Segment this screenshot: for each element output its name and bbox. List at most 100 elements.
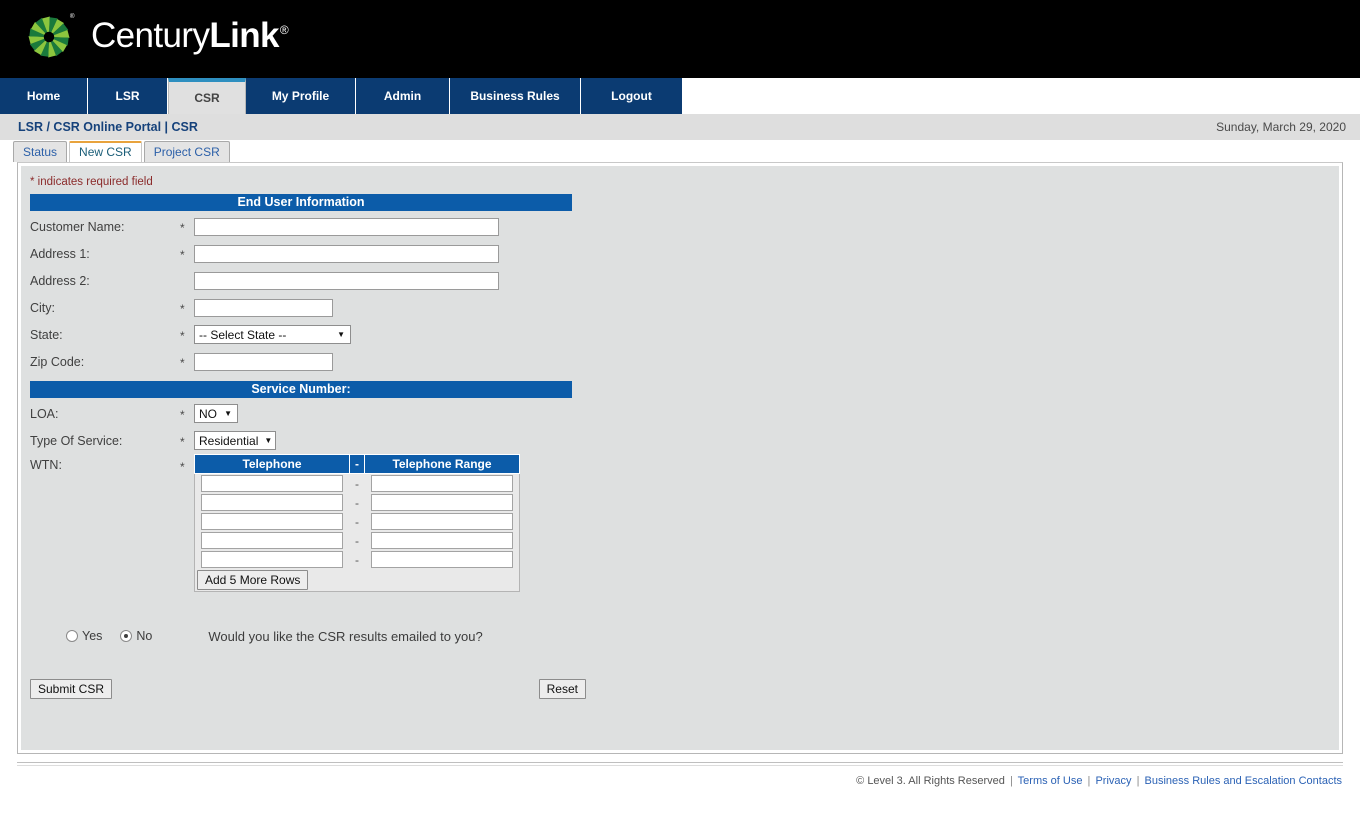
- label-city: City:: [30, 300, 55, 315]
- label-wtn: WTN:: [30, 458, 62, 472]
- submit-csr-button[interactable]: Submit CSR: [30, 679, 113, 699]
- footer-link-privacy[interactable]: Privacy: [1095, 775, 1131, 787]
- footer-separator-2: |: [1087, 775, 1091, 787]
- label-address-2: Address 2:: [30, 273, 90, 288]
- state-select[interactable]: -- Select State -- ▼: [194, 325, 351, 344]
- header-logo-band: ® CenturyLink®: [0, 0, 1360, 78]
- wtn-telephone-input-3[interactable]: [201, 513, 344, 530]
- field-row-city: City: *: [21, 294, 1339, 321]
- zip-code-input[interactable]: [194, 352, 333, 371]
- section-header-service-number: Service Number:: [30, 381, 572, 398]
- table-row: -: [195, 550, 520, 569]
- label-loa: LOA:: [30, 406, 59, 421]
- nav-item-my-profile[interactable]: My Profile: [246, 78, 356, 114]
- wtn-telephone-input-2[interactable]: [201, 494, 344, 511]
- brand-logo[interactable]: ® CenturyLink®: [20, 8, 289, 66]
- loa-select-value: NO: [199, 406, 217, 421]
- nav-item-business-rules[interactable]: Business Rules: [450, 78, 581, 114]
- footer-link-terms-of-use[interactable]: Terms of Use: [1018, 775, 1083, 787]
- label-address-1: Address 1:: [30, 246, 90, 261]
- required-field-note: * indicates required field: [30, 176, 153, 188]
- email-results-question-row: Yes No Would you like the CSR results em…: [21, 625, 1339, 647]
- customer-name-input[interactable]: [194, 217, 499, 236]
- field-row-address-1: Address 1: *: [21, 240, 1339, 267]
- address-1-input[interactable]: [194, 244, 499, 263]
- radio-checked-icon: [120, 630, 133, 642]
- email-results-radio-no[interactable]: No: [120, 629, 152, 643]
- sub-tab-bar: Status New CSR Project CSR: [0, 140, 1360, 162]
- wtn-row-dash-5: -: [355, 552, 359, 567]
- required-marker-zip-code: *: [180, 356, 185, 370]
- nav-item-admin[interactable]: Admin: [356, 78, 450, 114]
- required-marker-type-of-service: *: [180, 435, 185, 449]
- svg-text:®: ®: [70, 12, 75, 20]
- wtn-table: Telephone - Telephone Range - - - - - Ad…: [194, 454, 520, 592]
- nav-item-csr[interactable]: CSR: [168, 78, 246, 114]
- radio-unchecked-icon: [66, 630, 78, 642]
- breadcrumb-bar: LSR / CSR Online Portal | CSR Sunday, Ma…: [0, 114, 1360, 140]
- chevron-down-icon: ▼: [337, 329, 345, 339]
- address-2-input[interactable]: [194, 271, 499, 290]
- form-actions: Submit CSR Reset: [21, 679, 609, 699]
- current-date-label: Sunday, March 29, 2020: [1216, 120, 1346, 134]
- required-marker-wtn: *: [180, 460, 185, 474]
- footer-copyright: © Level 3. All Rights Reserved: [856, 775, 1005, 787]
- wtn-row-dash-4: -: [355, 533, 359, 548]
- email-results-yes-label: Yes: [82, 629, 103, 643]
- field-row-state: State: * -- Select State -- ▼: [21, 321, 1339, 348]
- loa-select[interactable]: NO ▼: [194, 404, 238, 423]
- tab-project-csr[interactable]: Project CSR: [143, 141, 230, 162]
- required-marker-customer-name: *: [180, 221, 185, 235]
- wtn-table-header-row: Telephone - Telephone Range: [194, 454, 520, 474]
- wtn-telephone-range-input-5[interactable]: [370, 551, 513, 568]
- wtn-telephone-range-input-4[interactable]: [370, 532, 513, 549]
- wtn-telephone-range-input-2[interactable]: [370, 494, 513, 511]
- main-navigation: Home LSR CSR My Profile Admin Business R…: [0, 78, 1360, 114]
- table-row: -: [195, 493, 520, 512]
- table-row: -: [195, 474, 520, 494]
- field-row-type-of-service: Type Of Service: * Residential ▼: [21, 427, 1339, 454]
- label-customer-name: Customer Name:: [30, 219, 125, 234]
- tab-new-csr[interactable]: New CSR: [69, 141, 142, 162]
- centurylink-pinwheel-logo-icon: ®: [20, 8, 78, 66]
- label-type-of-service: Type Of Service:: [30, 433, 123, 448]
- wtn-telephone-input-5[interactable]: [201, 551, 344, 568]
- email-results-radio-yes[interactable]: Yes: [66, 629, 102, 643]
- chevron-down-icon: ▼: [224, 408, 232, 418]
- label-state: State:: [30, 327, 63, 342]
- email-results-question-text: Would you like the CSR results emailed t…: [208, 628, 483, 644]
- content-panel: * indicates required field End User Info…: [17, 162, 1343, 754]
- city-input[interactable]: [194, 298, 333, 317]
- brand-name-regular: Century: [91, 16, 210, 55]
- brand-name-bold: Link: [209, 16, 279, 55]
- label-zip-code: Zip Code:: [30, 354, 85, 369]
- table-row: -: [195, 531, 520, 550]
- registered-trademark-icon: ®: [279, 23, 289, 37]
- form-container: * indicates required field End User Info…: [21, 166, 1339, 750]
- state-select-value: -- Select State --: [199, 327, 287, 342]
- add-5-more-rows-button[interactable]: Add 5 More Rows: [197, 570, 309, 590]
- nav-item-lsr[interactable]: LSR: [88, 78, 168, 114]
- wtn-row-dash-2: -: [355, 495, 359, 510]
- tab-status[interactable]: Status: [13, 141, 68, 162]
- field-row-zip-code: Zip Code: *: [21, 348, 1339, 375]
- wtn-row-dash-3: -: [355, 514, 359, 529]
- wtn-telephone-range-input-3[interactable]: [370, 513, 513, 530]
- wtn-telephone-input-1[interactable]: [201, 475, 344, 492]
- nav-item-home[interactable]: Home: [0, 78, 88, 114]
- wtn-column-telephone-range: Telephone Range: [364, 454, 520, 474]
- field-row-loa: LOA: * NO ▼: [21, 400, 1339, 427]
- footer-link-business-rules-escalation-contacts[interactable]: Business Rules and Escalation Contacts: [1145, 775, 1343, 787]
- wtn-telephone-range-input-1[interactable]: [370, 475, 513, 492]
- footer-separator-1: |: [1009, 775, 1013, 787]
- type-of-service-select-value: Residential: [199, 433, 259, 448]
- section-header-end-user-information: End User Information: [30, 194, 572, 211]
- reset-button[interactable]: Reset: [538, 679, 586, 699]
- field-row-customer-name: Customer Name: *: [21, 213, 1339, 240]
- wtn-telephone-input-4[interactable]: [201, 532, 344, 549]
- chevron-down-icon: ▼: [264, 435, 273, 445]
- required-marker-state: *: [180, 329, 185, 343]
- type-of-service-select[interactable]: Residential ▼: [194, 431, 276, 450]
- nav-item-logout[interactable]: Logout: [581, 78, 683, 114]
- brand-wordmark: CenturyLink®: [91, 16, 289, 56]
